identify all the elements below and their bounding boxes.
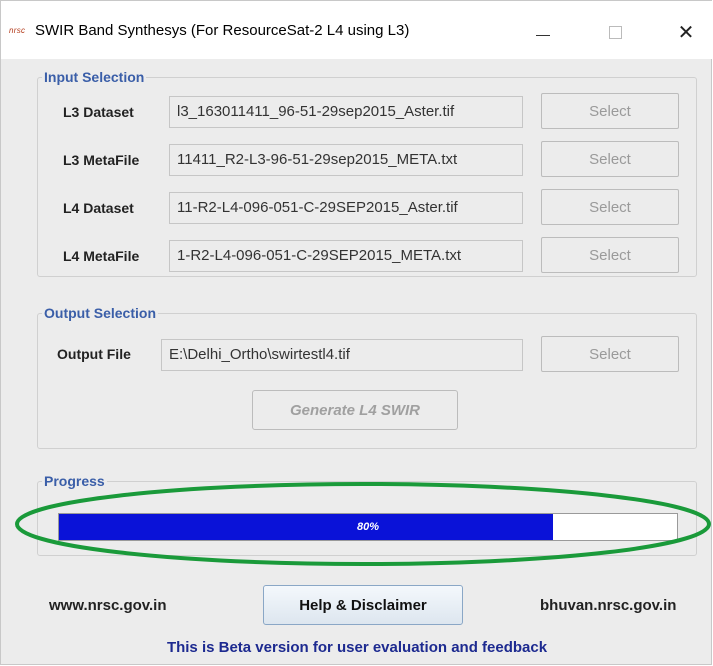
minimize-icon [536, 34, 550, 36]
close-button[interactable]: ✕ [663, 15, 709, 49]
l3-dataset-label: L3 Dataset [63, 104, 134, 120]
output-selection-title: Output Selection [42, 305, 158, 321]
window-title: SWIR Band Synthesys (For ResourceSat-2 L… [35, 22, 410, 39]
input-selection-title: Input Selection [42, 69, 147, 85]
maximize-icon [608, 25, 622, 39]
title-bar[interactable]: nrsc SWIR Band Synthesys (For ResourceSa… [1, 1, 712, 59]
l4-dataset-field[interactable]: 11-R2-L4-096-051-C-29SEP2015_Aster.tif [169, 192, 523, 224]
l4-metafile-field[interactable]: 1-R2-L4-096-051-C-29SEP2015_META.txt [169, 240, 523, 272]
bhuvan-website-link[interactable]: bhuvan.nrsc.gov.in [540, 597, 676, 614]
output-file-field[interactable]: E:\Delhi_Ortho\swirtestl4.tif [161, 339, 523, 371]
help-disclaimer-button[interactable]: Help & Disclaimer [263, 585, 463, 625]
l4-metafile-select-button[interactable]: Select [541, 237, 679, 273]
l3-metafile-field[interactable]: 11411_R2-L3-96-51-29sep2015_META.txt [169, 144, 523, 176]
maximize-button[interactable] [592, 15, 638, 49]
generate-l4-swir-button[interactable]: Generate L4 SWIR [252, 390, 458, 430]
l4-dataset-label: L4 Dataset [63, 200, 134, 216]
progress-percent: 80% [356, 521, 380, 533]
output-file-label: Output File [57, 346, 131, 362]
progress-bar: 80% [58, 513, 678, 541]
l4-metafile-label: L4 MetaFile [63, 248, 140, 264]
nrsc-website-link[interactable]: www.nrsc.gov.in [49, 597, 167, 614]
l3-metafile-label: L3 MetaFile [63, 152, 140, 168]
l3-dataset-field[interactable]: l3_163011411_96-51-29sep2015_Aster.tif [169, 96, 523, 128]
l3-dataset-select-button[interactable]: Select [541, 93, 679, 129]
minimize-button[interactable] [520, 15, 566, 49]
l4-dataset-select-button[interactable]: Select [541, 189, 679, 225]
beta-notice: This is Beta version for user evaluation… [166, 639, 548, 656]
l3-metafile-select-button[interactable]: Select [541, 141, 679, 177]
app-window: nrsc SWIR Band Synthesys (For ResourceSa… [0, 0, 712, 665]
output-file-select-button[interactable]: Select [541, 336, 679, 372]
app-logo-icon: nrsc [9, 26, 26, 35]
progress-title: Progress [42, 473, 107, 489]
